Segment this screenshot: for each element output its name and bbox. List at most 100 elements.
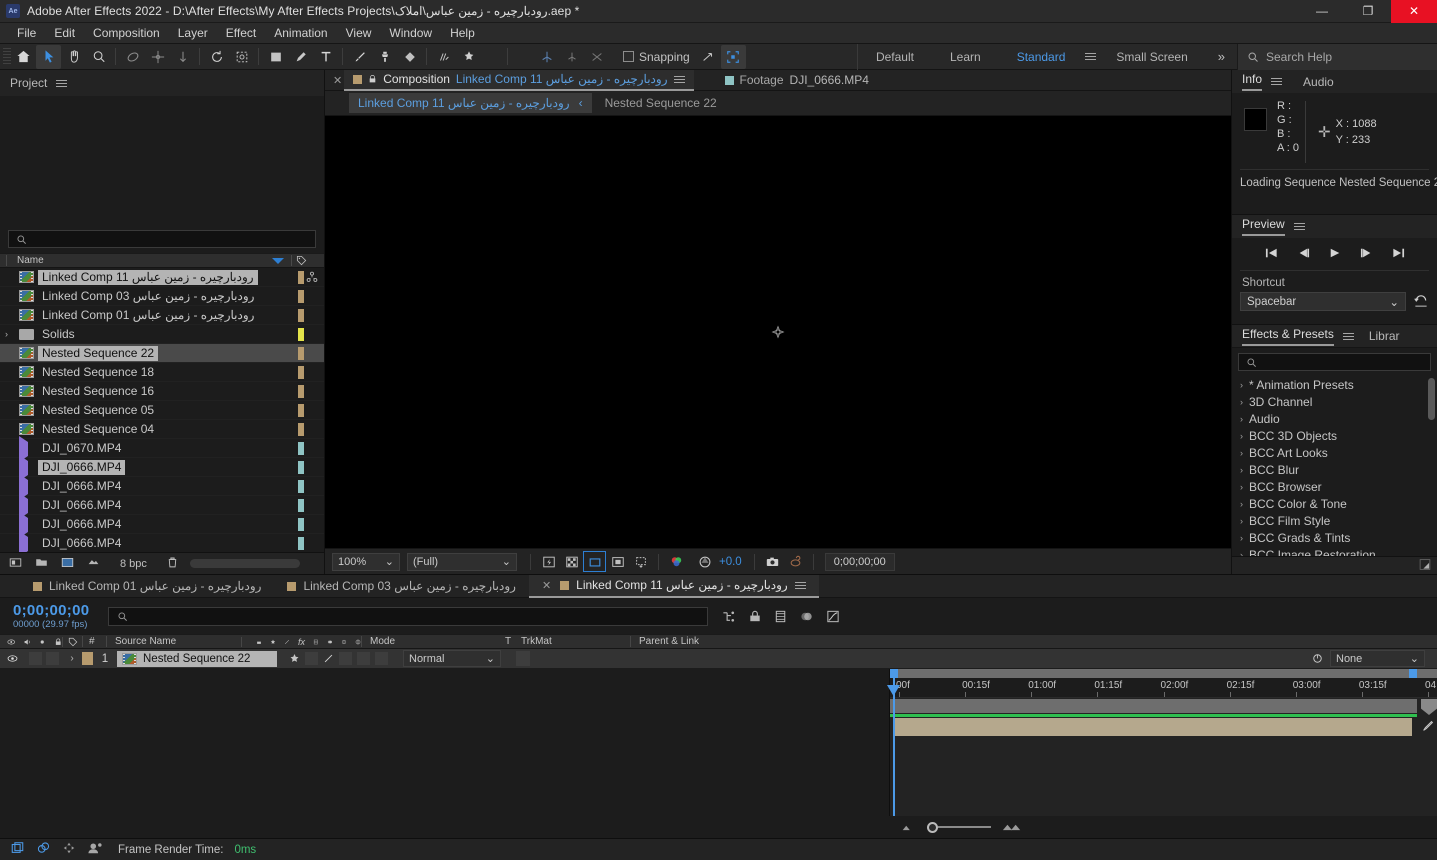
project-item-label-color[interactable]: [298, 308, 304, 322]
timeline-timecode[interactable]: 0;00;00;00 00000 (29.97 fps): [0, 602, 108, 630]
project-item[interactable]: Nested Sequence 18: [0, 363, 324, 382]
shortcut-select[interactable]: Spacebar ⌄: [1240, 292, 1406, 311]
workspace-small-screen[interactable]: Small Screen: [1098, 44, 1205, 70]
audio-tab[interactable]: Audio: [1303, 75, 1334, 89]
mask-paths-icon[interactable]: [607, 552, 628, 571]
layer-number-header[interactable]: #: [82, 636, 106, 647]
parent-pickwhip-icon[interactable]: [1311, 652, 1324, 665]
viewer-panel-menu-icon[interactable]: [673, 75, 685, 83]
t-column-header[interactable]: T: [501, 636, 515, 647]
layer-effects-switch[interactable]: [339, 652, 352, 665]
layer-solo-toggle[interactable]: [46, 652, 59, 665]
graph-editor-icon[interactable]: [820, 603, 846, 629]
effect-category-row[interactable]: › BCC Art Looks: [1232, 444, 1437, 461]
timeline-tab[interactable]: ✕ رودبارچیره - زمین عباس Linked Comp 11: [528, 574, 819, 598]
project-item-label-color[interactable]: [298, 536, 304, 550]
preview-tab[interactable]: Preview: [1242, 217, 1285, 236]
reset-shortcut-icon[interactable]: [1413, 293, 1429, 311]
composition-canvas[interactable]: [325, 116, 1231, 548]
transform-box-icon[interactable]: [720, 44, 746, 69]
timeline-layer-row[interactable]: › 1 Nested Sequence 22 Normal ⌄ None ⌄: [0, 649, 1437, 669]
hand-tool-icon[interactable]: [61, 45, 86, 69]
project-item[interactable]: DJI_0670.MP4: [0, 436, 324, 462]
exposure-reset-icon[interactable]: [694, 552, 715, 571]
menu-item-animation[interactable]: Animation: [265, 24, 336, 42]
chevron-right-icon[interactable]: ›: [1240, 465, 1243, 475]
enable-frame-blending-icon[interactable]: [768, 603, 794, 629]
eraser-tool-icon[interactable]: [397, 45, 422, 69]
project-item[interactable]: DJI_0666.MP4: [0, 474, 324, 500]
layer-trkmat-toggle[interactable]: [516, 651, 530, 666]
pan-tool-icon[interactable]: [145, 45, 170, 69]
workspace-overflow-icon[interactable]: »: [1206, 49, 1237, 64]
project-item[interactable]: DJI_0666.MP4: [0, 531, 324, 552]
effect-category-row[interactable]: › BCC Film Style: [1232, 512, 1437, 529]
project-flowchart-icon[interactable]: [36, 841, 51, 858]
dolly-tool-icon[interactable]: [170, 45, 195, 69]
last-frame-icon[interactable]: [1391, 247, 1406, 262]
chevron-right-icon[interactable]: ›: [1240, 499, 1243, 509]
sync-settings-icon[interactable]: [62, 841, 76, 858]
timeline-nav-bar[interactable]: [890, 699, 1417, 713]
label-column-header[interactable]: [291, 255, 310, 266]
user-avatar-icon[interactable]: [87, 841, 103, 858]
brush-tool-icon[interactable]: [347, 45, 372, 69]
layer-switches[interactable]: [277, 652, 397, 665]
resolution-select[interactable]: (Full) ⌄: [407, 552, 517, 571]
chevron-right-icon[interactable]: ›: [1240, 516, 1243, 526]
workspace-learn[interactable]: Learn: [932, 44, 999, 70]
timeline-track-area[interactable]: 00f 00:15f 01:00f 01:15f 02:00f 02:15f 03:00f 0…: [887, 669, 1437, 816]
resize-grip-icon[interactable]: [1418, 558, 1432, 574]
close-icon[interactable]: ✕: [1391, 0, 1437, 23]
chevron-right-icon[interactable]: ›: [1240, 482, 1243, 492]
channels-icon[interactable]: [666, 552, 687, 571]
project-item[interactable]: Nested Sequence 16: [0, 382, 324, 401]
project-item-label-color[interactable]: [298, 517, 304, 531]
layer-audio-toggle[interactable]: [29, 652, 42, 665]
menu-item-composition[interactable]: Composition: [84, 24, 169, 42]
layer-duration-bar[interactable]: [895, 718, 1412, 736]
anchor-point-icon[interactable]: [771, 325, 785, 339]
minimize-icon[interactable]: —: [1299, 0, 1345, 23]
project-item-label-color[interactable]: [298, 327, 304, 341]
transparency-grid-icon[interactable]: [561, 552, 582, 571]
project-item[interactable]: DJI_0666.MP4: [0, 493, 324, 519]
parent-link-column-header[interactable]: Parent & Link: [630, 636, 1437, 647]
orbit-tool-icon[interactable]: [120, 45, 145, 69]
menu-item-view[interactable]: View: [337, 24, 381, 42]
project-item[interactable]: Nested Sequence 04: [0, 420, 324, 439]
project-item[interactable]: رودبارچیره - زمین عباس Linked Comp 11: [0, 268, 324, 287]
current-time-indicator[interactable]: [893, 678, 895, 816]
fast-preview-icon[interactable]: [538, 552, 559, 571]
timeline-tab[interactable]: رودبارچیره - زمین عباس Linked Comp 01: [20, 575, 274, 598]
layer-motionblur-switch[interactable]: [375, 652, 388, 665]
project-item-label-color[interactable]: [298, 479, 304, 493]
project-scrollbar[interactable]: [189, 559, 300, 568]
shape-tool-icon[interactable]: [263, 45, 288, 69]
chevron-right-icon[interactable]: ›: [1240, 448, 1243, 458]
project-item-label-color[interactable]: [298, 365, 304, 379]
rotation-tool-icon[interactable]: [204, 45, 229, 69]
viewer-tab-close-icon[interactable]: ✕: [333, 74, 342, 87]
hide-shy-layers-icon[interactable]: [742, 603, 768, 629]
timeline-tab[interactable]: رودبارچیره - زمین عباس Linked Comp 03: [274, 575, 528, 598]
project-item-label-color[interactable]: [298, 289, 304, 303]
effect-category-row[interactable]: › * Animation Presets: [1232, 376, 1437, 393]
breadcrumb-parent[interactable]: Nested Sequence 22: [592, 96, 730, 110]
first-frame-icon[interactable]: [1264, 247, 1279, 262]
viewer-tab-composition[interactable]: Composition رودبارچیره - زمین عباس Linke…: [344, 69, 694, 91]
effect-category-row[interactable]: › BCC Browser: [1232, 478, 1437, 495]
menu-item-effect[interactable]: Effect: [217, 24, 265, 42]
play-icon[interactable]: [1328, 247, 1342, 262]
snapping-toggle[interactable]: Snapping: [623, 50, 690, 64]
expand-twisty-icon[interactable]: ›: [5, 329, 8, 339]
project-item-label-color[interactable]: [298, 346, 304, 360]
menu-item-edit[interactable]: Edit: [45, 24, 84, 42]
project-item-label-color[interactable]: [298, 270, 304, 284]
layer-visibility-toggle[interactable]: [0, 652, 62, 665]
text-tool-icon[interactable]: [313, 45, 338, 69]
timeline-panel-menu-icon[interactable]: [794, 581, 806, 589]
project-item[interactable]: DJI_0666.MP4: [0, 512, 324, 538]
take-snapshot-icon[interactable]: [762, 552, 783, 571]
timeline-ruler[interactable]: 00f 00:15f 01:00f 01:15f 02:00f 02:15f 03:00f 0…: [890, 678, 1437, 698]
